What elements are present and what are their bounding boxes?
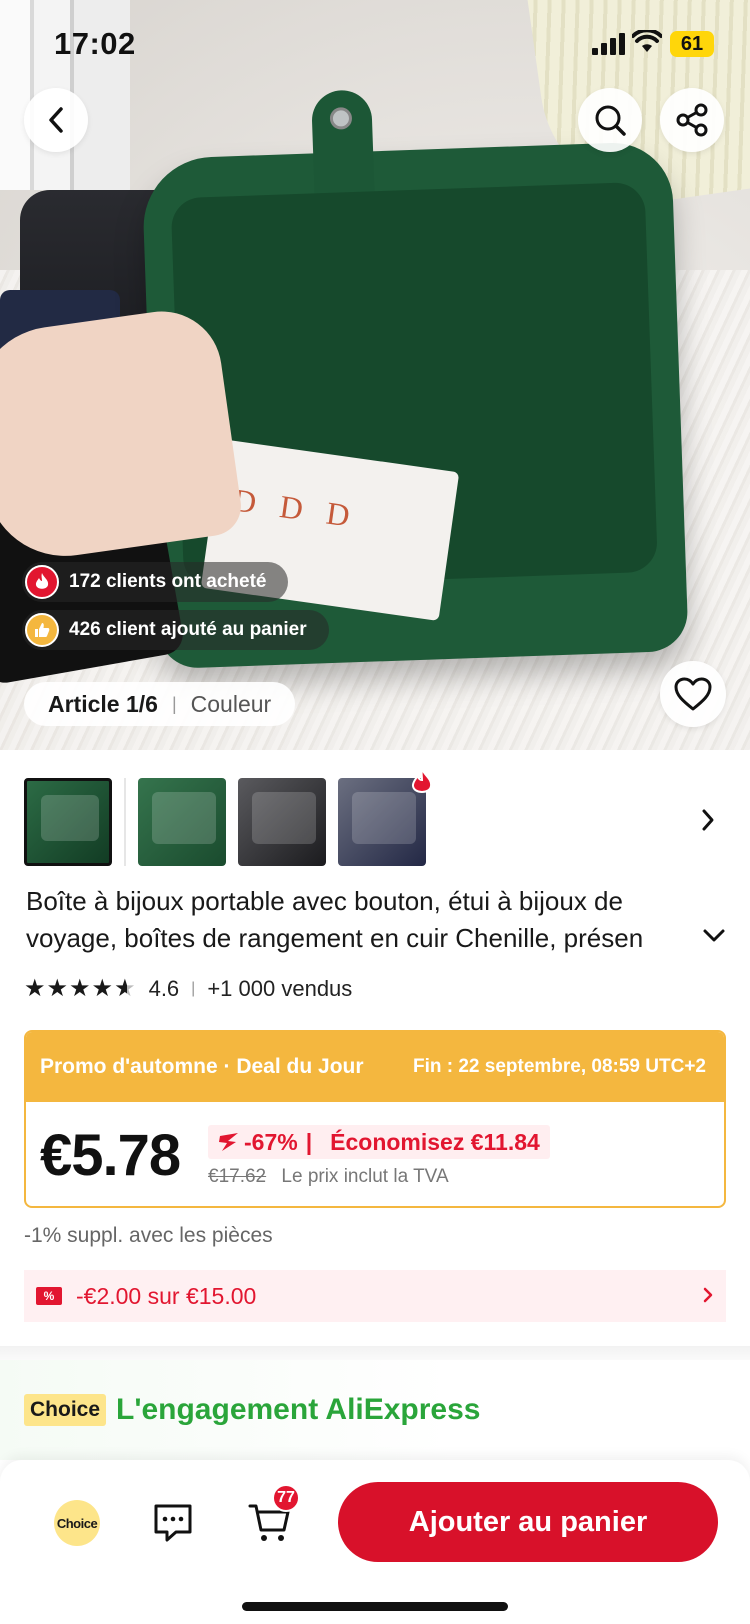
- search-button[interactable]: [578, 88, 642, 152]
- savings-amount: Économisez €11.84: [330, 1128, 540, 1155]
- discount-badge: -67% | Économisez €11.84: [208, 1125, 550, 1159]
- home-indicator: [242, 1602, 508, 1611]
- discount-percent: -67%: [244, 1128, 298, 1155]
- star-icon: ★: [24, 975, 46, 1002]
- rating-separator: |: [191, 980, 196, 997]
- product-title-line2: voyage, boîtes de rangement en cuir Chen…: [26, 923, 644, 953]
- choice-commitment-text: L'engagement AliExpress: [116, 1393, 481, 1426]
- promo-label: Promo d'automne · Deal du Jour: [40, 1055, 364, 1078]
- article-variant-pill[interactable]: Article 1/6 | Couleur: [24, 682, 296, 726]
- star-icon: ★: [91, 975, 114, 1002]
- share-icon: [676, 103, 708, 137]
- thumbnail-strip: [24, 768, 438, 866]
- coins-note: -1% suppl. avec les pièces: [24, 1224, 273, 1247]
- hand: [0, 303, 245, 567]
- current-price: €5.78: [40, 1123, 181, 1188]
- wifi-icon: [632, 30, 662, 52]
- chevron-right-icon[interactable]: [700, 808, 716, 832]
- chevron-right-icon: [703, 1287, 713, 1303]
- star-rating: ★ ★ ★ ★ ★: [24, 977, 137, 1001]
- choice-commitment-row[interactable]: Choice L'engagement AliExpress: [0, 1360, 750, 1460]
- promo-header: Promo d'automne · Deal du Jour Fin : 22 …: [26, 1032, 724, 1102]
- signal-icon: [592, 33, 625, 55]
- thumbnail-navy[interactable]: [338, 768, 433, 866]
- pill-separator: |: [171, 693, 177, 714]
- battery-indicator: 61: [670, 31, 714, 57]
- search-icon: [595, 105, 626, 136]
- rating-value: 4.6: [148, 976, 180, 1001]
- cart-added-count-text: 426 client ajouté au panier: [69, 619, 307, 640]
- cart-count-badge: 77: [272, 1484, 300, 1512]
- back-button[interactable]: [24, 88, 88, 152]
- tax-note: Le prix inclut la TVA: [281, 1166, 449, 1187]
- promo-box: Promo d'automne · Deal du Jour Fin : 22 …: [24, 1030, 726, 1208]
- share-button[interactable]: [660, 88, 724, 152]
- product-title[interactable]: Boîte à bijoux portable avec bouton, étu…: [26, 883, 706, 957]
- sold-count: +1 000 vendus: [207, 976, 353, 1001]
- choice-store-button[interactable]: Choice: [54, 1500, 100, 1546]
- rating-row[interactable]: ★ ★ ★ ★ ★ 4.6 | +1 000 vendus: [24, 974, 352, 1004]
- product-title-line1: Boîte à bijoux portable avec bouton, étu…: [26, 886, 623, 916]
- purchased-count-pill: 172 clients ont acheté: [22, 562, 289, 602]
- coupon-ticket-icon: %: [36, 1287, 62, 1305]
- thumbs-up-icon: [25, 613, 59, 647]
- thumbnail-green-1[interactable]: [24, 778, 112, 866]
- thumbnail-green-2[interactable]: [138, 778, 226, 866]
- hot-flame-icon: [411, 768, 433, 793]
- title-fade: [640, 920, 710, 957]
- thumbnail-divider: [124, 778, 126, 866]
- status-bar: 17:02 61: [0, 0, 750, 90]
- half-star-icon: ★: [114, 975, 136, 1002]
- chat-icon[interactable]: [152, 1502, 194, 1544]
- flame-icon: [25, 565, 59, 599]
- cart-added-count-pill: 426 client ajouté au panier: [22, 610, 329, 650]
- wishlist-button[interactable]: [660, 661, 726, 727]
- flash-deal-icon: [219, 1133, 238, 1151]
- star-icon: ★: [69, 975, 91, 1002]
- article-option-label: Couleur: [190, 690, 272, 717]
- chevron-left-icon: [49, 107, 63, 133]
- status-time: 17:02: [54, 26, 136, 61]
- coupon-row[interactable]: % -€2.00 sur €15.00: [24, 1270, 726, 1322]
- chevron-down-icon[interactable]: [702, 928, 726, 944]
- bottom-action-bar: Choice 77 Ajouter au panier: [0, 1460, 750, 1624]
- section-divider: [0, 1346, 750, 1360]
- add-to-cart-button[interactable]: Ajouter au panier: [338, 1482, 718, 1562]
- heart-icon: [674, 677, 712, 711]
- promo-end-time: Fin : 22 septembre, 08:59 UTC+2: [412, 1056, 706, 1077]
- coupon-text: -€2.00 sur €15.00: [76, 1282, 257, 1309]
- product-page: 17:02 61 172 clients ont a: [0, 0, 750, 1624]
- article-counter: Article 1/6: [48, 690, 158, 717]
- discount-separator: |: [305, 1128, 313, 1155]
- purchased-count-text: 172 clients ont acheté: [69, 571, 267, 592]
- choice-badge: Choice: [24, 1394, 107, 1426]
- original-price: €17.62: [208, 1166, 267, 1187]
- original-price-row: €17.62 Le prix inclut la TVA: [208, 1166, 449, 1188]
- thumbnail-black[interactable]: [238, 778, 326, 866]
- star-icon: ★: [46, 975, 69, 1002]
